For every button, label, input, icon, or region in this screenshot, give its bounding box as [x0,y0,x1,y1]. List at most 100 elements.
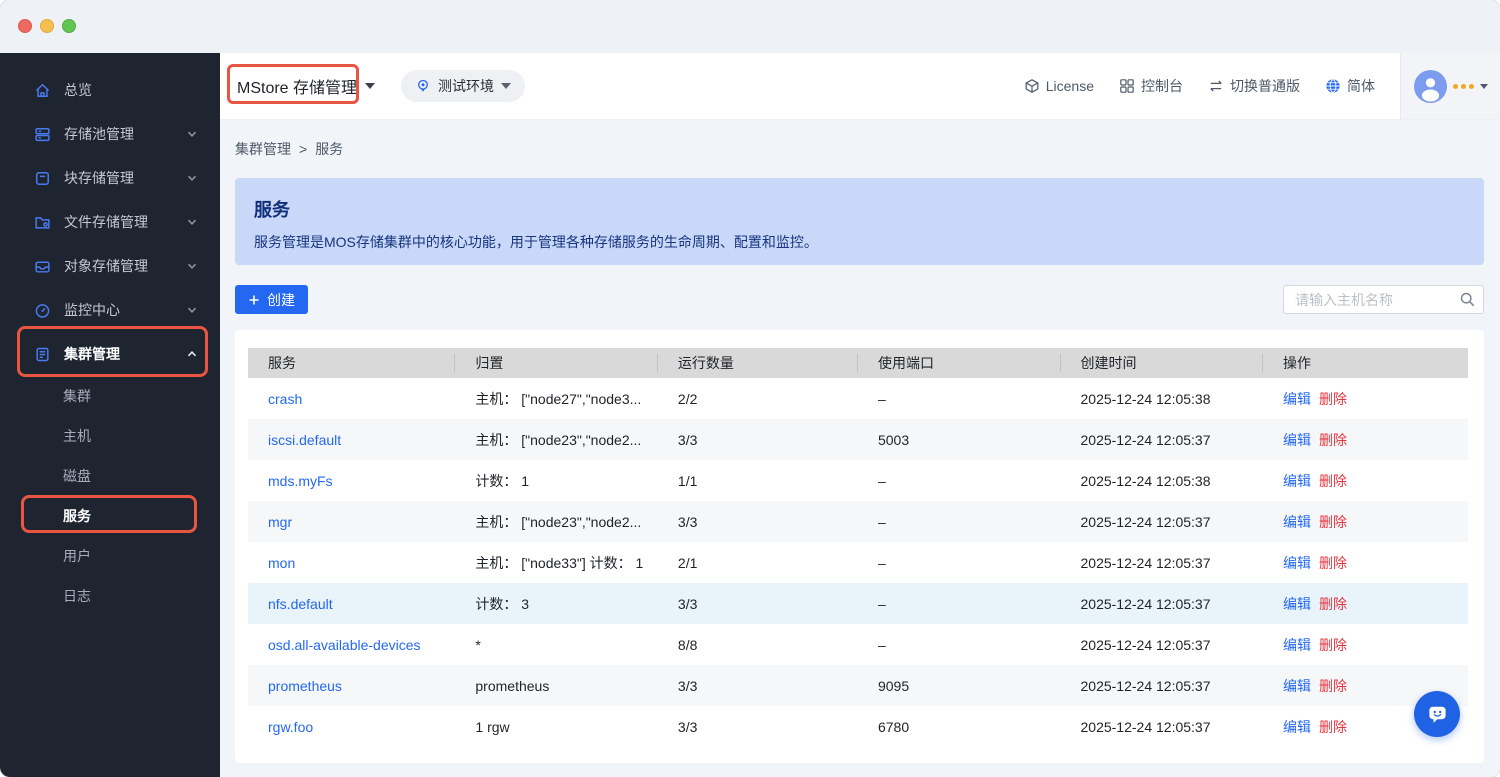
delete-action[interactable]: 删除 [1319,637,1347,653]
topbar-links: License 控制台 切换普通版 简体 [1024,76,1375,96]
minimize-window-icon[interactable] [40,19,54,33]
chevron-down-icon [186,172,198,184]
placement-cell: * [475,636,481,653]
service-link[interactable]: mgr [268,514,292,530]
created-cell: 2025-12-24 12:05:37 [1080,595,1211,612]
create-button-label: 创建 [267,291,295,308]
placement-cell: 主机： ["node27","node3... [475,390,642,407]
chevron-down-icon[interactable] [1479,83,1488,89]
created-cell: 2025-12-24 12:05:37 [1080,636,1211,653]
created-cell: 2025-12-24 12:05:38 [1080,472,1211,489]
sidebar-item-label: 监控中心 [64,302,120,318]
sidebar-item-storage-pool[interactable]: 存储池管理 [0,112,220,156]
sidebar-subitem-label: 日志 [63,588,91,604]
created-cell: 2025-12-24 12:05:37 [1080,513,1211,530]
main-content: 集群管理 > 服务 服务 服务管理是MOS存储集群中的核心功能，用于管理各种存储… [220,120,1500,777]
page-title: 服务 [254,200,290,220]
created-cell: 2025-12-24 12:05:37 [1080,431,1211,448]
user-avatar[interactable] [1413,69,1447,103]
sidebar-item-users[interactable]: 用户 [0,536,220,576]
ports-cell: – [877,636,886,653]
sidebar-subitem-label: 集群 [63,388,91,404]
sidebar-item-hosts[interactable]: 主机 [0,416,220,456]
create-button[interactable]: 创建 [235,285,308,314]
column-header-ports: 使用端口 [858,354,1061,372]
table-row: mds.myFs 计数： 1 1/1 – 2025-12-24 12:05:38… [248,460,1468,501]
file-storage-icon [34,214,51,231]
environment-selector[interactable]: 测试环境 [401,70,526,102]
sidebar-item-cluster[interactable]: 集群 [0,376,220,416]
edit-action[interactable]: 编辑 [1283,637,1311,653]
delete-action[interactable]: 删除 [1319,555,1347,571]
console-link[interactable]: 控制台 [1119,76,1183,96]
column-header-service: 服务 [248,354,456,372]
delete-action[interactable]: 删除 [1319,432,1347,448]
delete-action[interactable]: 删除 [1319,719,1347,735]
delete-action[interactable]: 删除 [1319,391,1347,407]
more-options-icon[interactable] [1452,83,1474,89]
search-input[interactable] [1283,285,1484,314]
sidebar-subitem-label: 服务 [63,508,91,524]
breadcrumb-cluster-management[interactable]: 集群管理 [235,139,291,159]
edit-action[interactable]: 编辑 [1283,391,1311,407]
chevron-down-icon [186,216,198,228]
license-link[interactable]: License [1024,78,1094,94]
ports-cell: – [877,554,886,571]
edit-action[interactable]: 编辑 [1283,719,1311,735]
placement-cell: 主机： ["node23","node2... [475,431,642,448]
edit-action[interactable]: 编辑 [1283,473,1311,489]
sidebar-item-file-storage[interactable]: 文件存储管理 [0,200,220,244]
service-link[interactable]: rgw.foo [268,719,313,735]
service-link[interactable]: nfs.default [268,596,333,612]
breadcrumb: 集群管理 > 服务 [235,139,343,159]
sidebar-item-cluster-management[interactable]: 集群管理 [0,332,220,376]
search-box [1283,285,1484,314]
edit-action[interactable]: 编辑 [1283,596,1311,612]
storage-pool-icon [34,126,51,143]
search-icon[interactable] [1459,291,1476,308]
edit-action[interactable]: 编辑 [1283,432,1311,448]
close-window-icon[interactable] [18,19,32,33]
sidebar-item-monitoring[interactable]: 监控中心 [0,288,220,332]
block-storage-icon [34,170,51,187]
page-description: 服务管理是MOS存储集群中的核心功能，用于管理各种存储服务的生命周期、配置和监控… [254,234,818,250]
table-row: crash 主机： ["node27","node3... 2/2 – 2025… [248,378,1468,419]
delete-action[interactable]: 删除 [1319,514,1347,530]
sidebar-item-object-storage[interactable]: 对象存储管理 [0,244,220,288]
service-link[interactable]: crash [268,391,302,407]
table-header: 服务 归置 运行数量 使用端口 创建时间 操作 [248,348,1468,378]
ports-cell: 6780 [877,718,910,735]
switch-version-link[interactable]: 切换普通版 [1208,76,1300,96]
chat-support-button[interactable] [1414,691,1460,737]
sidebar-subitem-label: 用户 [63,548,91,564]
edit-action[interactable]: 编辑 [1283,555,1311,571]
globe-icon [1325,78,1341,94]
language-link[interactable]: 简体 [1325,76,1375,96]
sidebar-item-disks[interactable]: 磁盘 [0,456,220,496]
sidebar-item-overview[interactable]: 总览 [0,68,220,112]
sidebar-item-services[interactable]: 服务 [0,496,220,536]
service-link[interactable]: osd.all-available-devices [268,637,421,653]
service-link[interactable]: prometheus [268,678,342,694]
delete-action[interactable]: 删除 [1319,473,1347,489]
language-label: 简体 [1347,78,1375,94]
placement-cell: 1 rgw [475,718,510,735]
table-row: prometheus prometheus 3/3 9095 2025-12-2… [248,665,1468,706]
service-link[interactable]: mds.myFs [268,473,333,489]
app-switcher[interactable]: MStore 存储管理 [237,74,376,98]
chevron-down-icon [186,128,198,140]
column-header-created: 创建时间 [1061,354,1264,372]
created-cell: 2025-12-24 12:05:37 [1080,718,1211,735]
edit-action[interactable]: 编辑 [1283,514,1311,530]
zoom-window-icon[interactable] [62,19,76,33]
running-cell: 2/2 [677,390,698,407]
traffic-lights [18,19,76,33]
edit-action[interactable]: 编辑 [1283,678,1311,694]
service-link[interactable]: iscsi.default [268,432,341,448]
service-link[interactable]: mon [268,555,295,571]
delete-action[interactable]: 删除 [1319,596,1347,612]
delete-action[interactable]: 删除 [1319,678,1347,694]
sidebar-item-label: 块存储管理 [64,170,134,186]
sidebar-item-logs[interactable]: 日志 [0,576,220,616]
sidebar-item-block-storage[interactable]: 块存储管理 [0,156,220,200]
